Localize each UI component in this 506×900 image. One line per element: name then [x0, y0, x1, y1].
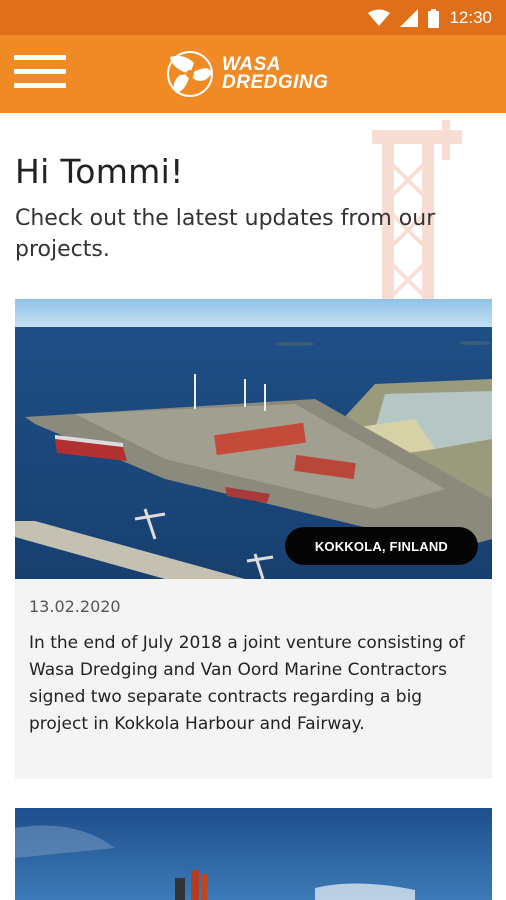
project-image-2 [15, 808, 492, 900]
wasa-dredging-logo-icon [167, 51, 213, 97]
status-icons: 12:30 [368, 8, 492, 28]
wifi-icon [368, 9, 391, 26]
status-bar: 12:30 [0, 0, 506, 35]
location-badge: KOKKOLA, FINLAND [284, 527, 478, 565]
logo-line2: DREDGING [222, 72, 329, 93]
page-title: Hi Tommi! [15, 152, 184, 191]
battery-icon [428, 8, 440, 28]
menu-icon[interactable] [14, 55, 66, 91]
project-card-2[interactable] [15, 808, 492, 900]
app-logo: WASA DREDGING [164, 49, 328, 99]
page-subtitle: Check out the latest updates from our pr… [15, 206, 436, 262]
project-image: KOKKOLA, FINLAND [15, 299, 492, 579]
status-time: 12:30 [449, 8, 492, 27]
app-bar: WASA DREDGING [0, 35, 506, 113]
signal-icon [400, 9, 419, 27]
post-date: 13.02.2020 [29, 597, 121, 616]
logo-text: WASA DREDGING [222, 55, 329, 93]
project-card[interactable]: KOKKOLA, FINLAND 13.02.2020 In the end o… [15, 299, 492, 779]
post-text: In the end of July 2018 a joint venture … [29, 633, 465, 734]
